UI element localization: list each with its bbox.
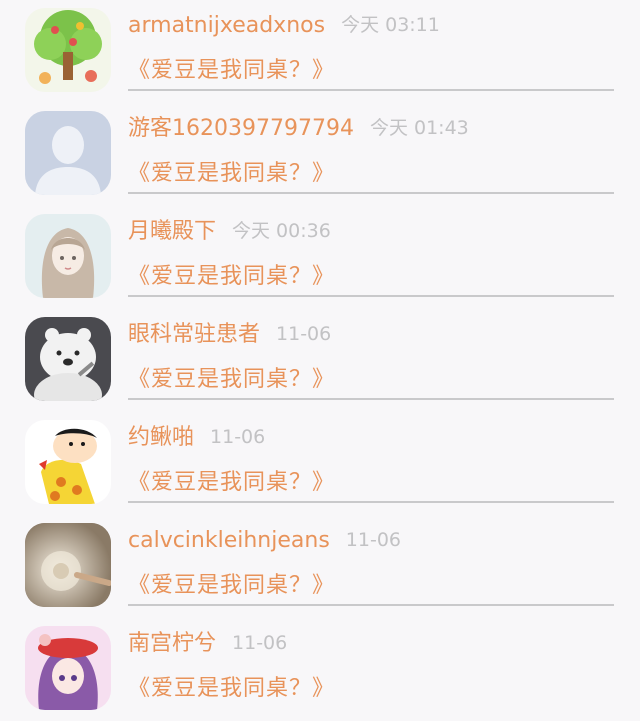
comment-timestamp: 今天 00:36 [232, 220, 331, 242]
comment-username[interactable]: 月曦殿下 今天 00:36 [128, 216, 331, 247]
list-item[interactable]: 约鳅啪 11-06 《爱豆是我同桌？》 [0, 412, 640, 515]
row-divider [128, 501, 614, 503]
username-text[interactable]: 约鳅啪 [128, 425, 194, 450]
comment-username[interactable]: armatnijxeadxnos 今天 03:11 [128, 10, 440, 41]
list-item[interactable]: 游客1620397797794 今天 01:43 《爱豆是我同桌？》 [0, 103, 640, 206]
comment-username[interactable]: 南宫柠兮 11-06 [128, 628, 287, 659]
row-divider [128, 604, 614, 606]
comment-username[interactable]: calvcinkleihnjeans 11-06 [128, 525, 401, 556]
username-text[interactable]: 南宫柠兮 [128, 631, 216, 656]
username-text[interactable]: 眼科常驻患者 [128, 322, 260, 347]
username-text[interactable]: calvcinkleihnjeans [128, 528, 330, 553]
comment-work-title[interactable]: 《爱豆是我同桌？》 [128, 468, 335, 498]
comment-username[interactable]: 眼科常驻患者 11-06 [128, 319, 331, 350]
comment-work-title[interactable]: 《爱豆是我同桌？》 [128, 365, 335, 395]
row-divider [128, 295, 614, 297]
comment-timestamp: 11-06 [232, 632, 288, 654]
comment-timestamp: 11-06 [345, 529, 401, 551]
comment-username[interactable]: 约鳅啪 11-06 [128, 422, 265, 453]
list-item[interactable]: 月曦殿下 今天 00:36 《爱豆是我同桌？》 [0, 206, 640, 309]
comment-work-title[interactable]: 《爱豆是我同桌？》 [128, 159, 335, 189]
dandelion-photo-avatar-icon[interactable] [25, 523, 111, 607]
white-bear-avatar-icon[interactable] [25, 317, 111, 401]
username-text[interactable]: armatnijxeadxnos [128, 13, 325, 38]
comment-timestamp: 11-06 [276, 323, 332, 345]
list-item[interactable]: armatnijxeadxnos 今天 03:11 《爱豆是我同桌？》 [0, 0, 640, 103]
list-item[interactable]: 南宫柠兮 11-06 《爱豆是我同桌？》 [0, 618, 640, 721]
comment-work-title[interactable]: 《爱豆是我同桌？》 [128, 56, 335, 86]
list-item[interactable]: 眼科常驻患者 11-06 《爱豆是我同桌？》 [0, 309, 640, 412]
anime-girl-avatar-icon[interactable] [25, 214, 111, 298]
default-user-silhouette-icon[interactable] [25, 111, 111, 195]
cartoon-boy-avatar-icon[interactable] [25, 420, 111, 504]
row-divider [128, 89, 614, 91]
comment-timestamp: 今天 01:43 [369, 117, 469, 139]
comment-timestamp: 今天 03:11 [341, 14, 440, 36]
username-text[interactable]: 月曦殿下 [128, 219, 216, 244]
comment-work-title[interactable]: 《爱豆是我同桌？》 [128, 262, 335, 292]
comment-username[interactable]: 游客1620397797794 今天 01:43 [128, 113, 469, 144]
comment-timestamp: 11-06 [210, 426, 266, 448]
row-divider [128, 398, 614, 400]
anime-girl-red-hat-avatar-icon[interactable] [25, 626, 111, 710]
cartoon-tree-avatar-icon[interactable] [25, 8, 111, 92]
comment-work-title[interactable]: 《爱豆是我同桌？》 [128, 571, 335, 601]
row-divider [128, 192, 614, 194]
username-text[interactable]: 游客1620397797794 [128, 116, 354, 141]
list-item[interactable]: calvcinkleihnjeans 11-06 《爱豆是我同桌？》 [0, 515, 640, 618]
